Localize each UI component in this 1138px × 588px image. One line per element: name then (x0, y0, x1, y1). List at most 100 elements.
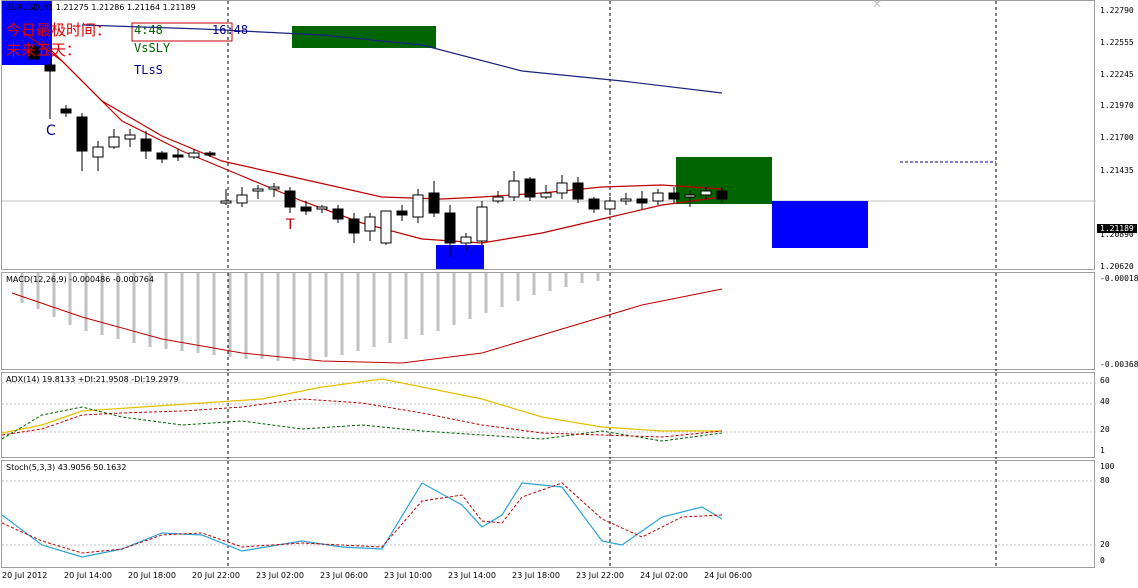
time-tick: 23 Jul 18:00 (512, 571, 560, 580)
bull-candle (92, 146, 104, 158)
bear-candle (44, 64, 56, 72)
adx-line (2, 378, 722, 434)
price-tick: 1.22790 (1100, 6, 1134, 15)
blue-zone-box (436, 245, 484, 269)
bull-candle (556, 182, 568, 194)
overlay-vssly: VsSLY (134, 41, 171, 55)
blue-zone-box (772, 201, 868, 248)
bull-candle (380, 210, 392, 244)
bear-candle (156, 152, 168, 160)
price-tick: 1.20620 (1100, 262, 1134, 271)
adx-panel[interactable]: ADX(14) 19.8133 +DI:21.9508 -DI:19.2979 (1, 372, 1096, 459)
bull-candle (508, 180, 520, 198)
marker-t: T (286, 217, 295, 233)
stoch-signal-line (2, 482, 723, 554)
current-price-tag: 1.21189 (1097, 224, 1137, 233)
time-tick: 23 Jul 06:00 (320, 571, 368, 580)
macd-tick: -0.00018 (1100, 274, 1138, 283)
adx-axis: 60 40 20 1 (1096, 372, 1138, 458)
bull-candle (268, 186, 280, 190)
stoch-label: Stoch(5,3,3) 43.9056 50.1632 (6, 463, 127, 472)
macd-panel[interactable]: MACD(12,26,9) -0.000486 -0.000764 (1, 272, 1095, 371)
stoch-tick: 0 (1100, 556, 1105, 565)
bear-candle (716, 190, 728, 200)
bear-candle (204, 152, 216, 156)
bear-candle (172, 154, 184, 158)
time-tick: 24 Jul 06:00 (704, 571, 752, 580)
stoch-axis: 100 80 20 0 (1096, 460, 1138, 568)
ma-fast-line (21, 30, 723, 200)
adx-tick: 20 (1100, 425, 1110, 434)
bull-candle (412, 194, 424, 218)
time-tick: 20 Jul 2012 (2, 571, 48, 580)
bear-candle (284, 190, 296, 208)
price-tick: 1.21435 (1100, 166, 1134, 175)
bear-candle (428, 192, 440, 214)
stoch-tick: 100 (1100, 462, 1115, 471)
bear-candle (140, 138, 152, 152)
bull-candle (476, 206, 488, 242)
adx-canvas (2, 373, 1096, 459)
close-x-icon[interactable]: ✕ (872, 0, 882, 11)
time-tick: 23 Jul 14:00 (448, 571, 496, 580)
stoch-panel[interactable]: Stoch(5,3,3) 43.9056 50.1632 (1, 460, 1096, 569)
bear-candle (636, 198, 648, 204)
bull-candle (252, 188, 264, 192)
price-panel[interactable]: EURUSD,H1 1.21275 1.21286 1.21164 1.2118… (1, 0, 1096, 271)
time-tick: 24 Jul 02:00 (640, 571, 688, 580)
stoch-tick: 80 (1100, 476, 1110, 485)
bear-candle (588, 198, 600, 210)
overlay-time-b: 16:48 (212, 23, 249, 37)
bull-candle (188, 152, 200, 158)
overlay-line2: 未来五天： (6, 41, 82, 59)
macd-label: MACD(12,26,9) -0.000486 -0.000764 (6, 275, 154, 284)
adx-di-plus-line (2, 406, 723, 442)
bear-candle (396, 210, 408, 216)
adx-tick: 60 (1100, 376, 1110, 385)
adx-tick: 1 (1100, 446, 1105, 455)
macd-canvas (11, 273, 997, 371)
bear-candle (300, 206, 312, 212)
bull-candle (492, 196, 504, 202)
stoch-canvas (2, 461, 1096, 569)
bull-candle (620, 198, 632, 202)
overlay-tlss: TLsS (134, 63, 163, 77)
macd-tick: -0.003685 (1100, 360, 1138, 369)
adx-tick: 40 (1100, 397, 1110, 406)
bear-candle (76, 116, 88, 152)
bear-candle (444, 212, 456, 244)
bull-candle (652, 192, 664, 202)
bear-candle (332, 208, 344, 220)
chart-header-label: EURUSD,H1 1.21275 1.21286 1.21164 1.2118… (6, 3, 196, 12)
adx-di-minus-line (2, 398, 723, 438)
overlay-time-a: 4:48 (134, 23, 163, 37)
bull-candle (684, 194, 696, 198)
bull-candle (316, 206, 328, 210)
adx-label: ADX(14) 19.8133 +DI:21.9508 -DI:19.2979 (6, 375, 179, 384)
bull-candle (700, 190, 712, 196)
bear-candle (60, 108, 72, 114)
bull-candle (220, 200, 232, 204)
bull-candle (108, 136, 120, 148)
bull-candle (124, 134, 136, 140)
marker-c: C (46, 123, 56, 139)
bear-candle (572, 182, 584, 200)
macd-axis: -0.00018 -0.003685 (1096, 272, 1138, 370)
price-tick: 1.21700 (1100, 133, 1134, 142)
time-tick: 20 Jul 22:00 (192, 571, 240, 580)
bull-candle (236, 194, 248, 204)
bear-candle (668, 192, 680, 200)
price-tick: 1.21970 (1100, 101, 1134, 110)
price-tick: 1.22555 (1100, 38, 1134, 47)
stoch-tick: 20 (1100, 540, 1110, 549)
time-tick: 23 Jul 22:00 (576, 571, 624, 580)
bull-candle (364, 216, 376, 232)
bear-candle (348, 218, 360, 234)
overlay-line1: 今日最极时间： (6, 21, 112, 39)
bull-candle (460, 236, 472, 244)
time-tick: 20 Jul 18:00 (128, 571, 176, 580)
time-tick: 20 Jul 14:00 (64, 571, 112, 580)
time-tick: 23 Jul 02:00 (256, 571, 304, 580)
bear-candle (524, 178, 536, 198)
bull-candle (540, 192, 552, 198)
